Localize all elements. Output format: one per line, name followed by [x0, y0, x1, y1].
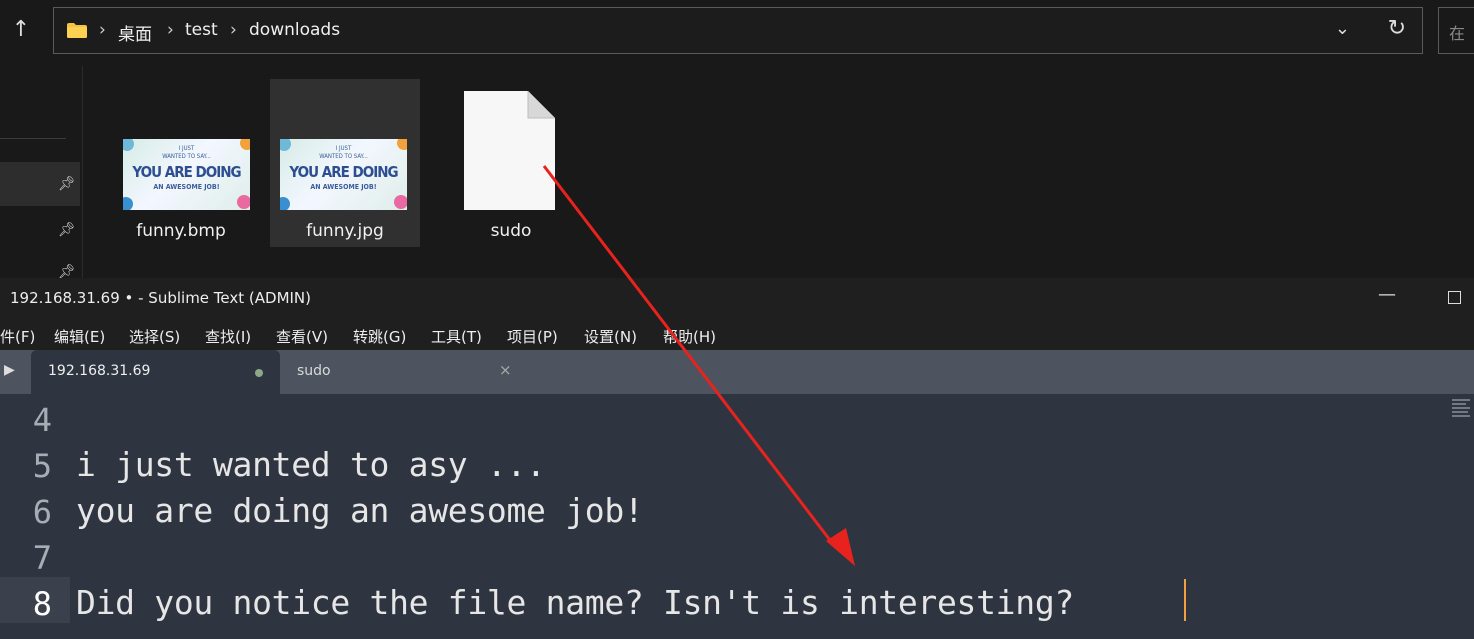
breadcrumb-separator: › [167, 20, 174, 40]
breadcrumb-separator: › [99, 20, 106, 40]
thumb-text: AN AWESOME JOB! [153, 183, 220, 191]
text-caret [1184, 579, 1186, 621]
menu-view[interactable]: 查看(V) [276, 326, 328, 347]
navigation-pane: 📌︎ 📌︎ 📌︎ [0, 66, 83, 280]
thumb-text: YOU ARE DOING [132, 163, 241, 181]
nav-divider [0, 138, 66, 139]
address-bar[interactable]: › 桌面 › test › downloads ⌄ ↻ [53, 7, 1423, 54]
file-explorer: ↑ › 桌面 › test › downloads ⌄ ↻ 在 📌︎ 📌︎ 📌︎ [0, 0, 1474, 280]
sidebar-toggle-icon[interactable]: ▶ [4, 362, 15, 378]
image-thumbnail: I JUST WANTED TO SAY... YOU ARE DOING AN… [280, 139, 407, 210]
line-number: 5 [32, 447, 52, 485]
tab-sudo[interactable]: sudo [297, 363, 331, 379]
title-bar: 192.168.31.69 • - Sublime Text (ADMIN) — [0, 278, 1474, 320]
window-title: 192.168.31.69 • - Sublime Text (ADMIN) [10, 289, 312, 307]
breadcrumb-desktop[interactable]: 桌面 [118, 20, 152, 45]
menu-help[interactable]: 帮助(H) [663, 326, 716, 347]
thumb-text: WANTED TO SAY... [319, 153, 368, 160]
refresh-icon[interactable]: ↻ [1388, 16, 1406, 41]
code-line: i just wanted to asy ... [76, 445, 546, 484]
arrow-up-icon[interactable]: ↑ [8, 14, 34, 46]
file-name: sudo [490, 221, 532, 241]
menu-goto[interactable]: 转跳(G) [353, 326, 406, 347]
editor-area[interactable]: 4 5 6 7 8 i just wanted to asy ... you a… [0, 399, 1474, 639]
line-number: 8 [32, 585, 52, 623]
chevron-down-icon[interactable]: ⌄ [1335, 18, 1350, 39]
menu-project[interactable]: 项目(P) [507, 326, 558, 347]
file-item-funny-jpg[interactable]: I JUST WANTED TO SAY... YOU ARE DOING AN… [270, 79, 420, 247]
thumb-text: WANTED TO SAY... [162, 153, 211, 160]
maximize-icon[interactable] [1448, 291, 1461, 304]
pin-icon: 📌︎ [58, 222, 76, 238]
tab-bar: ▶ 192.168.31.69 [0, 350, 1474, 394]
tab-192-168-31-69[interactable]: 192.168.31.69 [31, 350, 280, 394]
menu-edit[interactable]: 编辑(E) [54, 326, 105, 347]
code-line: Did you notice the file name? Isn't is i… [76, 583, 1074, 622]
thumb-text: I JUST [335, 145, 352, 152]
menu-preferences[interactable]: 设置(N) [584, 326, 637, 347]
breadcrumb-downloads[interactable]: downloads [249, 20, 340, 40]
file-name: funny.jpg [306, 221, 384, 241]
search-input[interactable]: 在 [1438, 7, 1474, 54]
thumb-text: I JUST [178, 145, 195, 152]
menu-selection[interactable]: 选择(S) [129, 326, 180, 347]
modified-dot-icon [255, 369, 263, 377]
tab-label: 192.168.31.69 [48, 363, 151, 379]
line-number: 7 [32, 539, 52, 577]
menu-find[interactable]: 查找(I) [205, 326, 251, 347]
sublime-text-window: 192.168.31.69 • - Sublime Text (ADMIN) —… [0, 278, 1474, 639]
thumb-text: YOU ARE DOING [289, 163, 398, 181]
pin-icon: 📌︎ [58, 176, 76, 192]
menu-file[interactable]: 件(F) [0, 326, 35, 347]
folder-icon [67, 23, 87, 38]
minimize-icon[interactable]: — [1378, 284, 1396, 305]
close-icon[interactable]: × [499, 361, 512, 379]
menu-bar: 件(F) 编辑(E) 选择(S) 查找(I) 查看(V) 转跳(G) 工具(T)… [0, 320, 1474, 350]
document-icon [464, 91, 555, 210]
file-name: funny.bmp [136, 221, 226, 241]
file-item-funny-bmp[interactable]: I JUST WANTED TO SAY... YOU ARE DOING AN… [106, 79, 256, 247]
menu-tools[interactable]: 工具(T) [431, 326, 482, 347]
image-thumbnail: I JUST WANTED TO SAY... YOU ARE DOING AN… [123, 139, 250, 210]
breadcrumb-separator: › [230, 20, 237, 40]
breadcrumb-test[interactable]: test [185, 20, 218, 40]
file-list: I JUST WANTED TO SAY... YOU ARE DOING AN… [84, 66, 1474, 278]
line-number: 4 [32, 401, 52, 439]
code-line: you are doing an awesome job! [76, 491, 644, 530]
line-number: 6 [32, 493, 52, 531]
file-item-sudo[interactable]: sudo [436, 79, 586, 247]
thumb-text: AN AWESOME JOB! [310, 183, 377, 191]
